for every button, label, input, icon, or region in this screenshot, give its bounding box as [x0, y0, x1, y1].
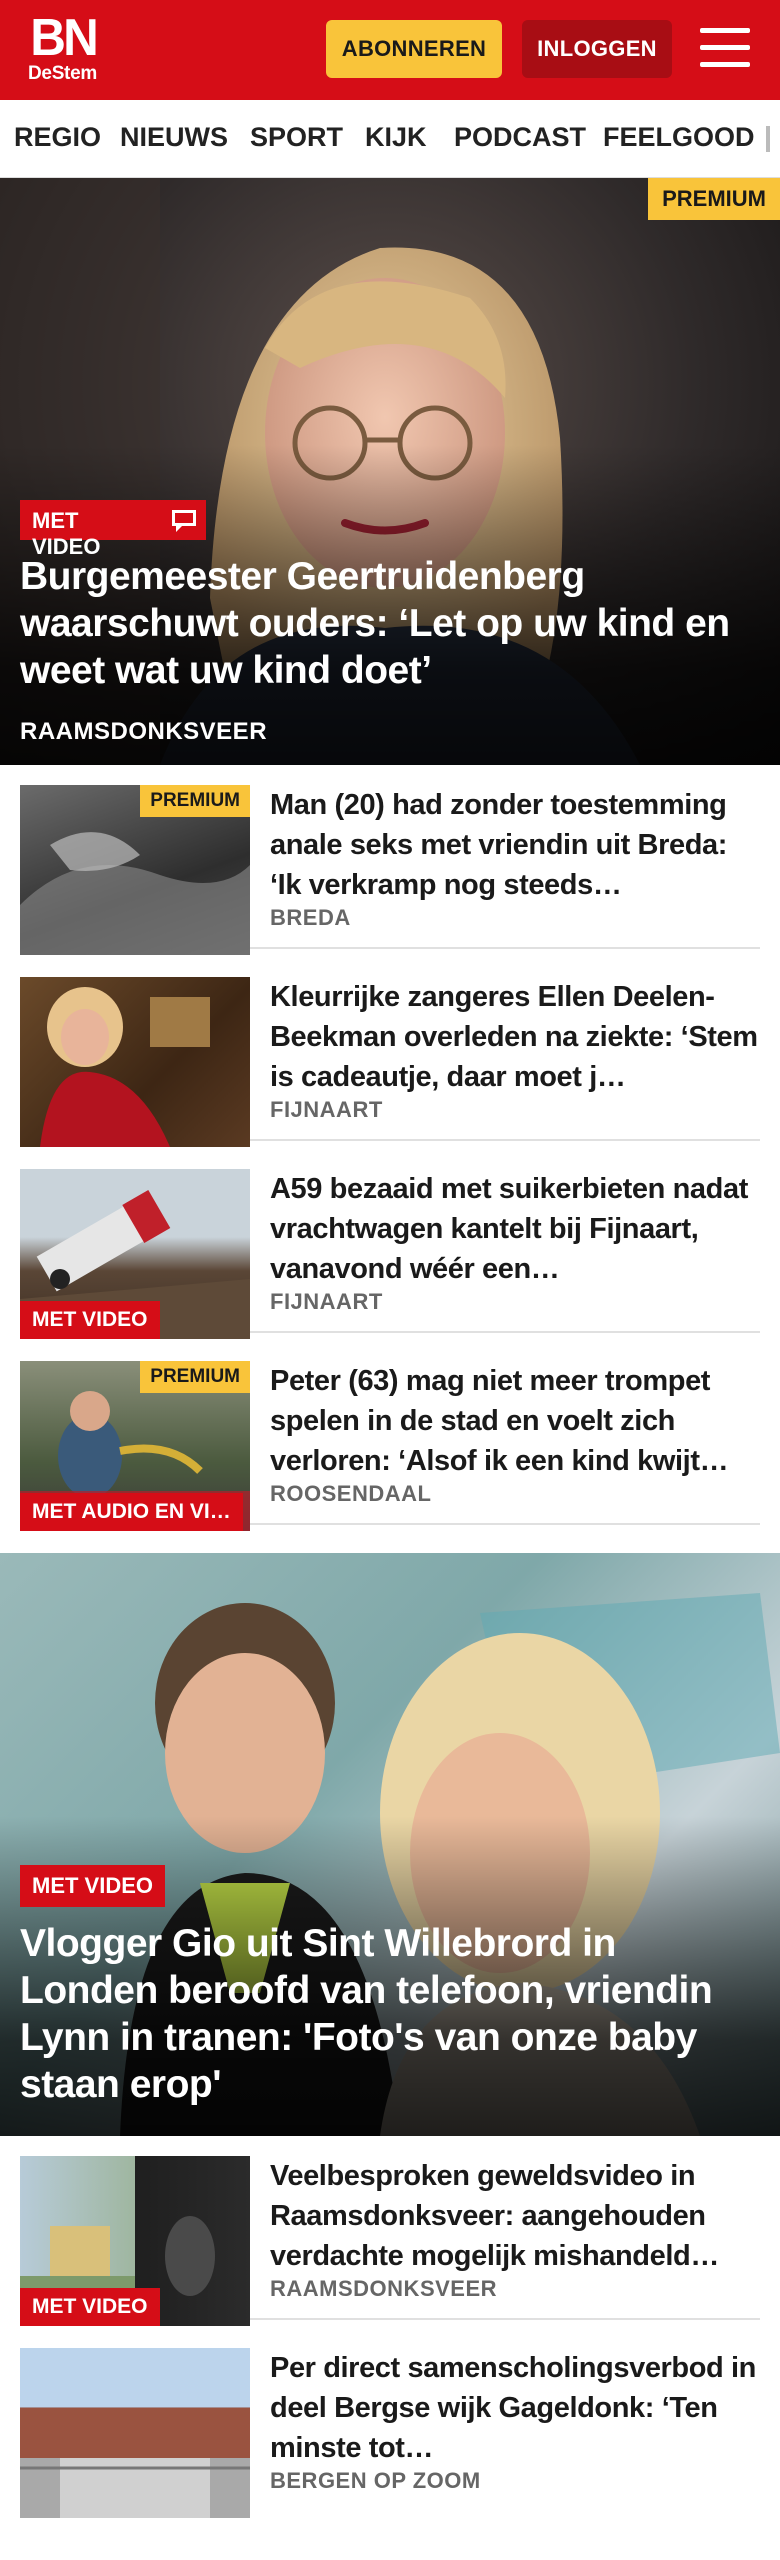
article-location: BERGEN OP ZOOM	[270, 2468, 481, 2493]
login-button[interactable]: INLOGGEN	[522, 20, 672, 78]
site-logo[interactable]: BN DeStem	[28, 9, 118, 86]
article-thumbnail: PREMIUM	[20, 785, 250, 955]
audio-video-badge: MET AUDIO EN VI…	[20, 1493, 243, 1531]
nav-item-feelgood[interactable]: FEELGOOD	[603, 122, 755, 153]
article-thumbnail: MET VIDEO	[20, 1169, 250, 1339]
subscribe-button[interactable]: ABONNEREN	[326, 20, 502, 78]
article-title[interactable]: Peter (63) mag niet meer trompet spelen …	[270, 1361, 760, 1481]
article-thumbnail	[20, 977, 250, 1147]
hamburger-menu-icon[interactable]	[700, 28, 750, 72]
article-thumbnail: MET VIDEO	[20, 2156, 250, 2326]
list-item[interactable]: Kleurrijke zangeres Ellen Deelen-Beekman…	[20, 957, 760, 1147]
thumbnail-photo	[40, 987, 210, 1147]
nav-item-regio[interactable]: REGIO	[14, 122, 101, 153]
nav-item-sport[interactable]: SPORT	[250, 122, 343, 153]
video-badge: MET VIDEO	[20, 1301, 160, 1339]
comment-icon	[162, 500, 206, 540]
nav-item-nieuws[interactable]: NIEUWS	[120, 122, 228, 153]
nav-overflow-hint	[766, 126, 770, 152]
list-item[interactable]: MET VIDEO A59 bezaaid met suikerbieten n…	[20, 1149, 760, 1339]
article-thumbnail	[20, 2348, 250, 2518]
thumbnail-photo	[20, 2408, 250, 2518]
premium-badge: PREMIUM	[648, 178, 780, 220]
article-location: ROOSENDAAL	[270, 1481, 432, 1506]
top-header: BN DeStem ABONNEREN INLOGGEN	[0, 0, 780, 100]
hero-1-location: RAAMSDONKSVEER	[20, 718, 268, 745]
article-title[interactable]: Per direct samenscholingsver­bod in deel…	[270, 2348, 760, 2468]
article-location: BREDA	[270, 905, 351, 930]
list-item[interactable]: PREMIUM Man (20) had zonder toestem­ming…	[20, 765, 760, 955]
section-nav: REGIO NIEUWS SPORT KIJK PODCAST FEELGOOD	[0, 100, 780, 178]
video-badge: MET VIDEO	[20, 2288, 160, 2326]
logo-sub: DeStem	[28, 63, 97, 84]
article-title[interactable]: Kleurrijke zangeres Ellen Deelen-Beekman…	[270, 977, 760, 1097]
nav-item-kijk[interactable]: KIJK	[365, 122, 427, 153]
article-location: FIJNAART	[270, 1289, 383, 1314]
hero-article-2[interactable]: MET VIDEO Vlogger Gio uit Sint Willebror…	[0, 1553, 780, 2136]
list-item[interactable]: Per direct samenscholingsver­bod in deel…	[20, 2328, 760, 2518]
article-title[interactable]: Veelbesproken geweldsvideo in Raamsdonks…	[270, 2156, 760, 2276]
article-thumbnail: PREMIUM MET AUDIO EN VI…	[20, 1361, 250, 1531]
list-item[interactable]: PREMIUM MET AUDIO EN VI… Peter (63) mag …	[20, 1341, 760, 1531]
premium-badge: PREMIUM	[140, 1361, 250, 1393]
logo-main: BN	[30, 9, 99, 67]
list-item[interactable]: MET VIDEO Veelbesproken geweldsvideo in …	[20, 2136, 760, 2326]
article-title[interactable]: A59 bezaaid met suikerbieten nadat vrach…	[270, 1169, 760, 1289]
hero-2-title[interactable]: Vlogger Gio uit Sint Willebrord in Londe…	[20, 1920, 754, 2108]
article-location: RAAMSDONKSVEER	[270, 2276, 498, 2301]
nav-item-podcast[interactable]: PODCAST	[454, 122, 586, 153]
hero-1-title[interactable]: Burgemeester Geertruidenberg waarschuwt …	[20, 553, 754, 694]
hero-article-1[interactable]: PREMIUM MET VIDEO Burgemeester Geertruid…	[0, 178, 780, 765]
video-badge: MET VIDEO	[20, 1865, 166, 1907]
premium-badge: PREMIUM	[140, 785, 250, 817]
article-location: FIJNAART	[270, 1097, 383, 1122]
article-title[interactable]: Man (20) had zonder toestem­ming anale s…	[270, 785, 760, 905]
video-badge: MET VIDEO	[20, 500, 162, 559]
